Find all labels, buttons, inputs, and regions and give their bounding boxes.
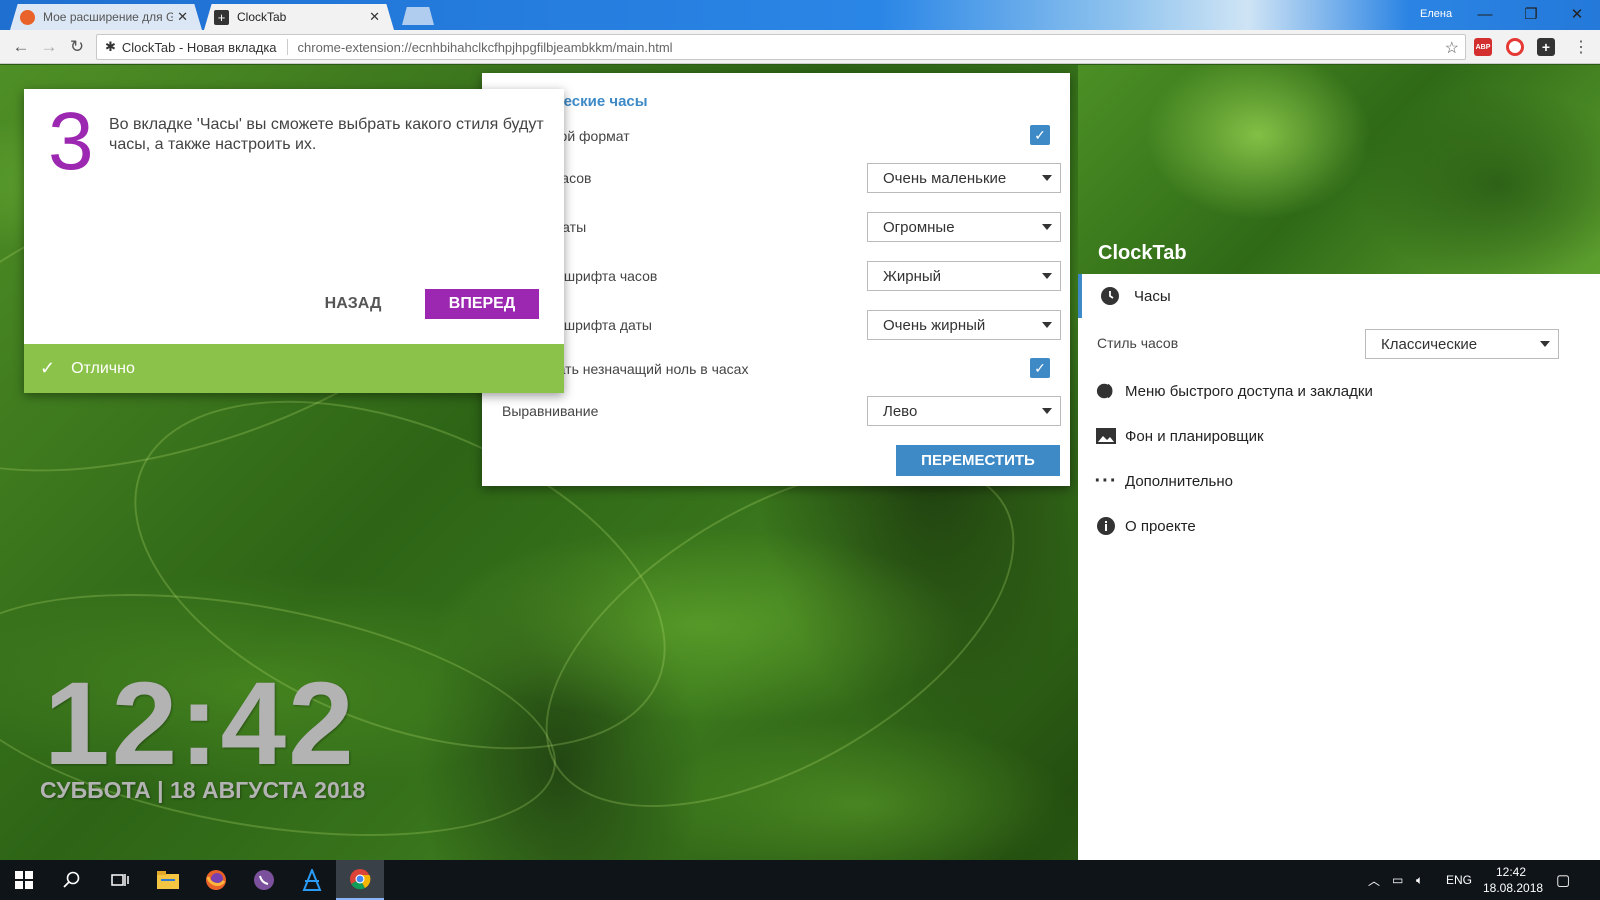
network-icon[interactable]: ▭ <box>1392 860 1403 900</box>
sidebar-item-label: Меню быстрого доступа и закладки <box>1125 382 1373 400</box>
menu-kebab-icon[interactable]: ⋮ <box>1570 36 1592 58</box>
reload-icon[interactable]: ↻ <box>66 36 88 58</box>
tab-title: Мое расширение для Go <box>43 10 173 24</box>
next-button[interactable]: ВПЕРЕД <box>425 289 539 319</box>
minimize-icon[interactable]: — <box>1462 0 1508 28</box>
language-indicator[interactable]: ENG <box>1446 860 1472 900</box>
task-view-icon[interactable] <box>96 860 144 900</box>
puzzle-icon: ✱ <box>105 39 116 54</box>
close-icon[interactable]: ✕ <box>177 9 188 25</box>
caret-down-icon <box>1042 175 1052 181</box>
new-tab-page: Классические часы 24-часовой формат ✓ Ра… <box>0 65 1600 860</box>
windows-start-icon[interactable] <box>0 860 48 900</box>
notifications-icon[interactable]: ▢ <box>1556 860 1570 900</box>
caret-down-icon <box>1042 224 1052 230</box>
plus-favicon-icon: + <box>214 9 229 25</box>
close-window-icon[interactable]: ✕ <box>1554 0 1600 28</box>
divider <box>286 39 288 55</box>
select-value: Классические <box>1381 335 1478 353</box>
adblock-icon[interactable]: ABP <box>1474 38 1492 56</box>
sidebar-item-advanced[interactable]: ··· Дополнительно <box>1078 459 1600 503</box>
tutorial-text: Во вкладке 'Часы' вы сможете выбрать как… <box>109 116 544 153</box>
move-button[interactable]: ПЕРЕМЕСТИТЬ <box>896 445 1060 476</box>
profile-name[interactable]: Елена <box>1420 8 1452 20</box>
bookmark-star-icon[interactable]: ☆ <box>1445 38 1459 58</box>
url-text[interactable]: chrome-extension://ecnhbihahclkcfhpjhpgf… <box>298 40 673 55</box>
tab-title: ClockTab <box>237 10 287 24</box>
clock-style-select[interactable]: Классические <box>1365 329 1559 359</box>
search-icon[interactable] <box>48 860 96 900</box>
select-value: Очень маленькие <box>883 169 1007 187</box>
back-button[interactable]: НАЗАД <box>322 289 384 319</box>
tray-clock[interactable]: 12:42 18.08.2018 <box>1483 864 1544 896</box>
forward-icon[interactable]: → <box>38 36 60 58</box>
clock-settings-panel: Классические часы 24-часовой формат ✓ Ра… <box>482 73 1070 486</box>
leading-zero-checkbox[interactable]: ✓ <box>1030 358 1050 378</box>
sidebar-item-quick-access[interactable]: Меню быстрого доступа и закладки <box>1078 369 1600 413</box>
address-bar[interactable]: ✱ ClockTab - Новая вкладка chrome-extens… <box>96 34 1466 60</box>
settings-sidebar: ClockTab Часы Стиль часов Классические М… <box>1078 65 1600 860</box>
toggle-icon <box>1096 381 1116 401</box>
alignment-select[interactable]: Лево <box>867 396 1061 426</box>
close-icon[interactable]: ✕ <box>369 9 380 25</box>
add-icon[interactable]: + <box>1537 38 1555 56</box>
date-weight-select[interactable]: Очень жирный <box>867 310 1061 340</box>
select-value: Огромные <box>883 218 955 236</box>
windows-taskbar: ︿ ▭ 🔈︎ ENG 12:42 18.08.2018 ▢ <box>0 860 1600 900</box>
tutorial-card: 3 Во вкладке 'Часы' вы сможете выбрать к… <box>24 89 564 393</box>
clock-weight-select[interactable]: Жирный <box>867 261 1061 291</box>
viber-icon[interactable] <box>240 860 288 900</box>
app-blue-icon[interactable] <box>288 860 336 900</box>
clock-icon <box>1100 286 1120 306</box>
sidebar-item-label: Фон и планировщик <box>1125 427 1264 445</box>
clock-size-select[interactable]: Очень маленькие <box>867 163 1061 193</box>
info-icon <box>1096 516 1116 536</box>
image-icon <box>1096 426 1116 446</box>
label-alignment: Выравнивание <box>502 403 599 419</box>
caret-down-icon <box>1042 273 1052 279</box>
check-icon: ✓ <box>40 358 56 378</box>
tray-chevron-icon[interactable]: ︿ <box>1368 860 1380 900</box>
back-icon[interactable]: ← <box>10 36 32 58</box>
tab-clocktab[interactable]: + ClockTab ✕ <box>204 4 394 30</box>
browser-titlebar: Мое расширение для Go ✕ + ClockTab ✕ Еле… <box>0 0 1600 30</box>
restore-icon[interactable]: ❐ <box>1508 0 1554 28</box>
caret-down-icon <box>1042 408 1052 414</box>
select-value: Лево <box>883 402 918 420</box>
caret-down-icon <box>1042 322 1052 328</box>
tray-time: 12:42 <box>1495 865 1527 879</box>
firefox-favicon-icon <box>20 9 35 25</box>
new-tab-button[interactable] <box>402 7 434 25</box>
tutorial-footer-ok[interactable]: ✓ Отлично <box>24 344 564 393</box>
clock-date: СУББОТА | 18 АВГУСТА 2018 <box>40 777 366 803</box>
chrome-icon[interactable] <box>336 860 384 900</box>
clock-style-label: Стиль часов <box>1097 335 1179 351</box>
step-number: 3 <box>48 96 94 187</box>
sidebar-item-label: О проекте <box>1125 517 1196 535</box>
ok-label: Отлично <box>71 359 135 377</box>
caret-down-icon <box>1540 341 1550 347</box>
tray-date: 18.08.2018 <box>1483 881 1544 895</box>
sidebar-item-background[interactable]: Фон и планировщик <box>1078 414 1600 458</box>
format-24h-checkbox[interactable]: ✓ <box>1030 125 1050 145</box>
more-icon: ··· <box>1094 469 1118 492</box>
select-value: Жирный <box>883 267 942 285</box>
sidebar-item-label: Часы <box>1134 287 1171 305</box>
sidebar-item-clock[interactable]: Часы <box>1078 274 1600 318</box>
browser-toolbar: ← → ↻ ✱ ClockTab - Новая вкладка chrome-… <box>0 30 1600 64</box>
firefox-icon[interactable] <box>192 860 240 900</box>
tab-extension-page[interactable]: Мое расширение для Go ✕ <box>10 4 202 30</box>
select-value: Очень жирный <box>883 316 986 334</box>
extension-name: ClockTab - Новая вкладка <box>121 39 277 55</box>
app-title: ClockTab <box>1098 242 1187 264</box>
sidebar-item-about[interactable]: О проекте <box>1078 504 1600 548</box>
file-explorer-icon[interactable] <box>144 860 192 900</box>
sidebar-header: ClockTab <box>1078 65 1600 274</box>
date-size-select[interactable]: Огромные <box>867 212 1061 242</box>
opera-icon[interactable] <box>1506 38 1524 56</box>
sidebar-item-label: Дополнительно <box>1125 472 1233 490</box>
volume-icon[interactable]: 🔈︎ <box>1416 860 1423 900</box>
clock-time: 12:42 <box>44 658 356 790</box>
